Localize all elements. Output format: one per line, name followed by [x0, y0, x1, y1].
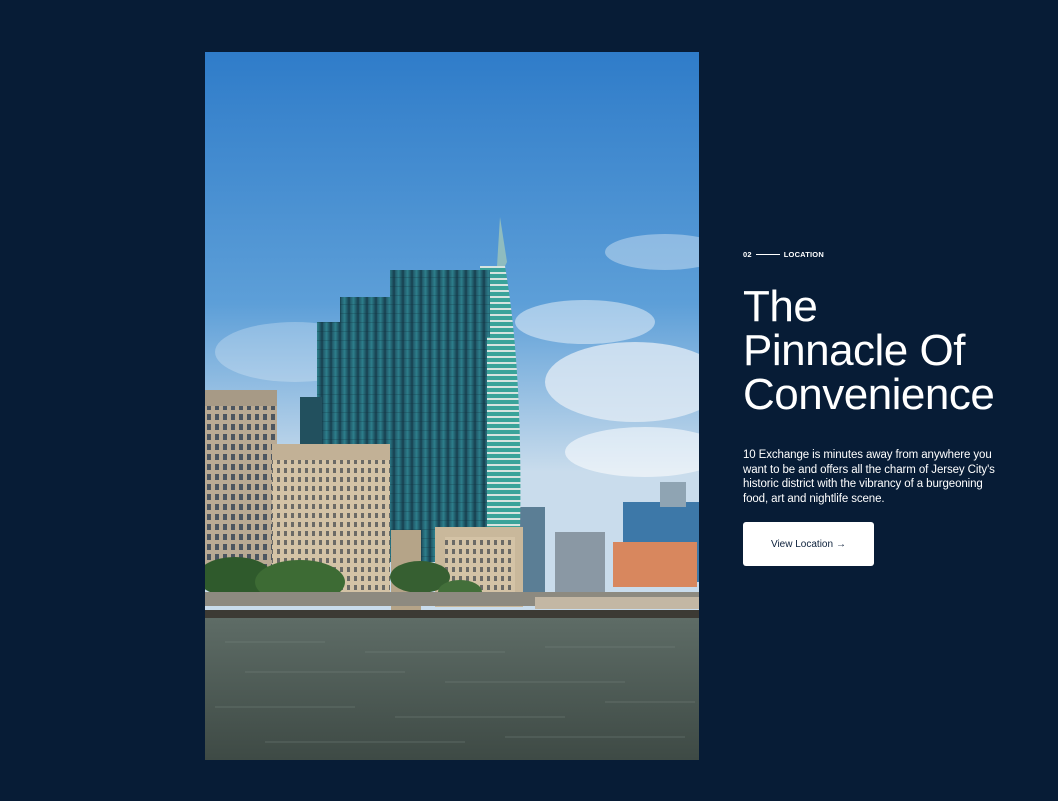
location-description: 10 Exchange is minutes away from anywher…: [743, 449, 995, 505]
section-label: LOCATION: [783, 249, 824, 259]
headline-line-3: Convenience: [743, 370, 995, 419]
section-eyebrow: 02 LOCATION: [743, 249, 1043, 259]
eyebrow-divider: [755, 253, 780, 255]
headline-line-2: Pinnacle Of: [743, 326, 965, 375]
headline-line-1: The: [743, 282, 818, 331]
view-location-label: View Location: [770, 538, 834, 550]
arrow-right-icon: →: [836, 538, 847, 550]
location-photo: [205, 52, 699, 760]
section-number: 02: [743, 249, 752, 259]
view-location-button[interactable]: View Location →: [743, 522, 874, 566]
location-content: 02 LOCATION The Pinnacle Of Convenience …: [743, 249, 1043, 566]
page-title: The Pinnacle Of Convenience: [743, 285, 1043, 417]
